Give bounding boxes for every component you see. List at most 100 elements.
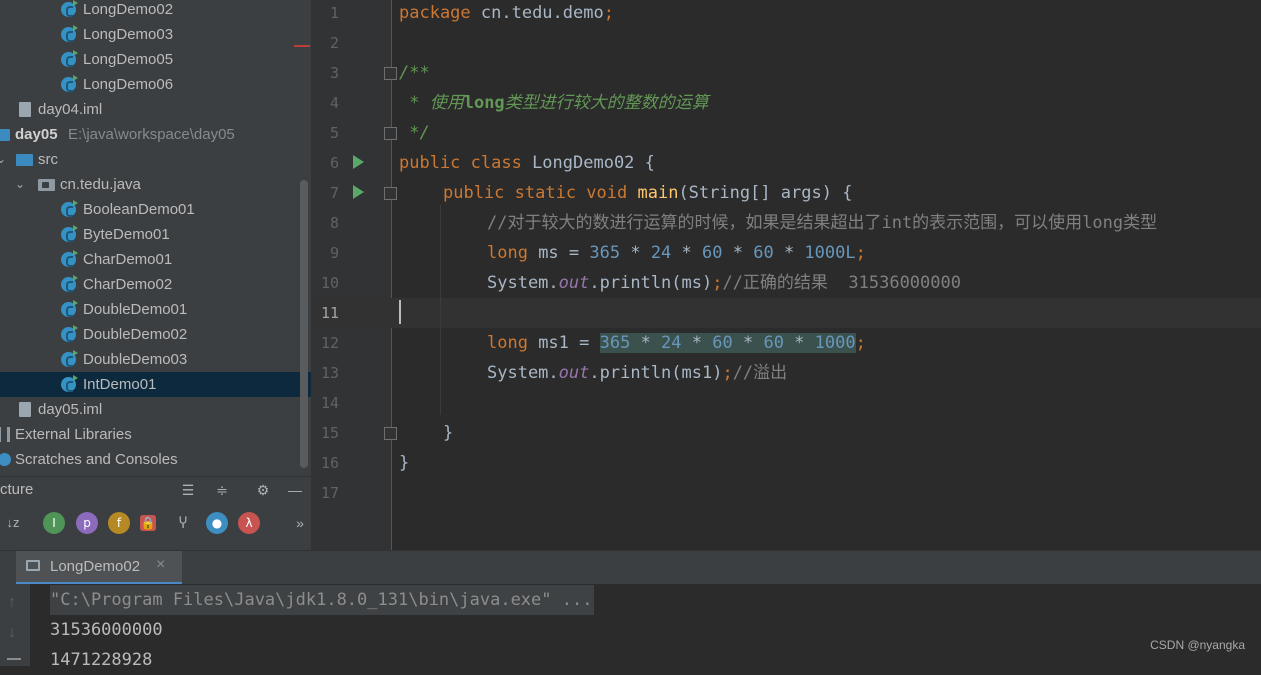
tree-item-day04-iml[interactable]: day04.iml	[0, 97, 300, 122]
code-line-13[interactable]: System.out.println(ms1);//溢出	[487, 358, 787, 388]
scratches-icon	[0, 453, 11, 466]
run-tab-bar: LongDemo02 ×	[0, 550, 1261, 585]
token: *	[630, 333, 662, 353]
run-tab-longdemo02[interactable]: LongDemo02 ×	[16, 551, 182, 585]
token: * 使用	[399, 93, 464, 113]
code-line-1[interactable]: package cn.tedu.demo;	[399, 0, 614, 28]
token: (String[] args) {	[678, 183, 853, 203]
tree-item-chardemo02[interactable]: CharDemo02	[0, 272, 300, 297]
token: *	[620, 243, 651, 263]
tree-item-label: BooleanDemo01	[83, 201, 195, 218]
chevron-down-icon[interactable]: ⌄	[15, 172, 25, 197]
tree-item-longdemo06[interactable]: LongDemo06	[0, 72, 300, 97]
tree-item-day05-module[interactable]: day05 E:\java\workspace\day05	[0, 122, 300, 147]
show-non-public-icon[interactable]: 🔒	[137, 512, 165, 540]
token: out	[558, 363, 590, 383]
tree-item-longdemo02[interactable]: LongDemo02	[0, 0, 300, 22]
anonymous-classes-icon[interactable]: ●	[206, 512, 228, 534]
show-properties-icon[interactable]: p	[76, 512, 98, 534]
line-number: 16	[320, 454, 339, 472]
file-icon	[19, 102, 31, 117]
code-line-15[interactable]: }	[443, 418, 453, 448]
java-class-icon	[61, 75, 78, 92]
java-class-icon	[61, 350, 78, 367]
code-line-4[interactable]: * 使用long类型进行较大的整数的运算	[399, 88, 708, 118]
down-arrow-icon[interactable]: ↓	[8, 624, 16, 642]
gear-icon[interactable]: ⚙	[253, 480, 273, 500]
overflow-highlight: 365 * 24 * 60 * 60 * 1000	[599, 333, 856, 353]
close-icon[interactable]: ×	[156, 556, 165, 574]
tree-item-chardemo01[interactable]: CharDemo01	[0, 247, 300, 272]
java-class-icon	[61, 275, 78, 292]
token: *	[773, 243, 805, 263]
token: 1000L	[804, 243, 856, 263]
code-line-5[interactable]: */	[399, 118, 429, 148]
sort-alphabetically-icon[interactable]: ↓z	[3, 513, 23, 533]
tree-item-doubledemo03[interactable]: DoubleDemo03	[0, 347, 300, 372]
code-line-7[interactable]: public static void main(String[] args) {	[443, 178, 852, 208]
token: System.	[487, 363, 559, 383]
tree-item-scratches[interactable]: Scratches and Consoles	[0, 447, 300, 472]
line-number: 1	[329, 4, 339, 22]
tree-item-day05-iml[interactable]: day05.iml	[0, 397, 300, 422]
tree-item-label: day05.iml	[38, 401, 103, 418]
console-command-line: "C:\Program Files\Java\jdk1.8.0_131\bin\…	[50, 585, 595, 615]
code-line-6[interactable]: public class LongDemo02 {	[399, 148, 655, 178]
minimize-icon[interactable]: —	[285, 480, 305, 500]
line-number: 4	[329, 94, 339, 112]
fold-icon[interactable]	[384, 427, 397, 440]
error-stripe-marker[interactable]	[294, 45, 310, 47]
line-number: 3	[329, 64, 339, 82]
tree-item-longdemo05[interactable]: LongDemo05	[0, 47, 300, 72]
tree-item-bytedemo01[interactable]: ByteDemo01	[0, 222, 300, 247]
up-arrow-icon[interactable]: ↑	[8, 594, 16, 612]
fold-icon[interactable]	[384, 67, 397, 80]
tree-item-booleandemo01[interactable]: BooleanDemo01	[0, 197, 300, 222]
collapse-all-icon[interactable]: ≑	[212, 480, 232, 500]
chevron-down-icon[interactable]: ⌄	[0, 147, 6, 172]
java-class-icon	[61, 250, 78, 267]
tree-item-doubledemo01[interactable]: DoubleDemo01	[0, 297, 300, 322]
structure-panel: cture ☰ ≑ ⚙ — ↓z I p f 🔒 Ⴤ ● λ »	[0, 476, 311, 551]
code-line-16[interactable]: }	[399, 448, 409, 478]
tree-item-external-libraries[interactable]: External Libraries	[0, 422, 300, 447]
token: *	[732, 333, 764, 353]
token: cn.tedu.demo	[470, 3, 604, 23]
code-line-9[interactable]: long ms = 365 * 24 * 60 * 60 * 1000L;	[487, 238, 866, 268]
tree-item-src[interactable]: ⌄ src	[0, 147, 300, 172]
expand-all-icon[interactable]: ☰	[178, 480, 198, 500]
indent-guide	[440, 205, 441, 415]
inherited-icon[interactable]: I	[43, 512, 65, 534]
token: public class	[399, 153, 522, 173]
tree-item-package[interactable]: ⌄ cn.tedu.java	[0, 172, 300, 197]
show-fields-icon[interactable]: f	[105, 509, 133, 537]
token: 60	[712, 333, 733, 353]
tree-item-label: External Libraries	[15, 426, 132, 443]
fold-icon[interactable]	[384, 127, 397, 140]
tree-item-label: DoubleDemo02	[83, 326, 188, 343]
fold-icon[interactable]	[384, 187, 397, 200]
code-line-8[interactable]: //对于较大的数进行运算的时候，如果是结果超出了int的表示范围，可以使用lon…	[487, 208, 1157, 238]
more-icon[interactable]: »	[290, 513, 310, 533]
token: 1000	[814, 333, 856, 353]
token: .println(ms1)	[589, 363, 723, 383]
tree-item-intdemo01[interactable]: IntDemo01	[0, 372, 311, 397]
line-number: 13	[320, 364, 339, 382]
soft-wrap-icon[interactable]	[7, 658, 21, 660]
token: 365	[589, 243, 621, 263]
run-main-icon[interactable]	[353, 185, 364, 199]
line-number: 9	[329, 244, 339, 262]
token: ;	[855, 333, 866, 353]
code-line-12[interactable]: long ms1 = 365 * 24 * 60 * 60 * 1000;	[487, 328, 866, 358]
token: .println(ms)	[589, 273, 713, 293]
tree-item-doubledemo02[interactable]: DoubleDemo02	[0, 322, 300, 347]
line-number: 8	[329, 214, 339, 232]
code-line-3[interactable]: /**	[399, 58, 430, 88]
tree-item-longdemo03[interactable]: LongDemo03	[0, 22, 300, 47]
code-line-10[interactable]: System.out.println(ms);//正确的结果 315360000…	[487, 268, 961, 298]
token: *	[783, 333, 815, 353]
lambdas-icon[interactable]: λ	[238, 512, 260, 534]
hierarchy-icon[interactable]: Ⴤ	[173, 513, 193, 533]
tree-scrollbar[interactable]	[300, 180, 308, 468]
run-class-icon[interactable]	[353, 155, 364, 169]
